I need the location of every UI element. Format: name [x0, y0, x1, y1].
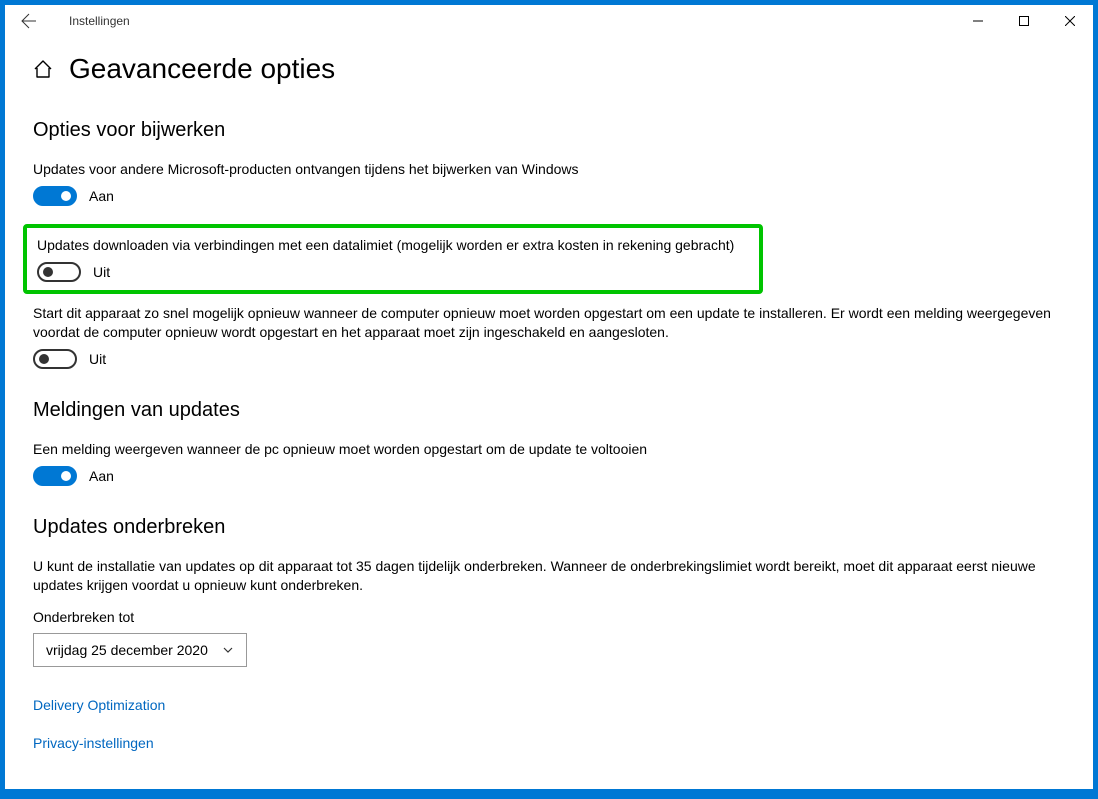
link-privacy-settings[interactable]: Privacy-instellingen — [33, 735, 1065, 751]
setting-other-ms-products: Updates voor andere Microsoft-producten … — [33, 160, 1065, 206]
toggle-row: Aan — [33, 186, 1065, 206]
setting-restart-notify: Een melding weergeven wanneer de pc opni… — [33, 440, 1065, 486]
toggle-state-label: Aan — [89, 188, 114, 204]
toggle-state-label: Uit — [93, 264, 110, 280]
toggle-other-ms-products[interactable] — [33, 186, 77, 206]
titlebar: Instellingen — [5, 5, 1093, 37]
setting-desc: Updates voor andere Microsoft-producten … — [33, 160, 1065, 178]
toggle-row: Uit — [37, 262, 751, 282]
back-button[interactable] — [13, 5, 45, 37]
page-title: Geavanceerde opties — [69, 53, 335, 85]
maximize-icon — [1019, 16, 1029, 26]
toggle-restart-notify[interactable] — [33, 466, 77, 486]
toggle-thumb — [61, 471, 71, 481]
section-heading-notifications: Meldingen van updates — [33, 399, 1065, 422]
setting-restart-asap: Start dit apparaat zo snel mogelijk opni… — [33, 304, 1065, 368]
close-button[interactable] — [1047, 5, 1093, 37]
toggle-thumb — [61, 191, 71, 201]
toggle-state-label: Aan — [89, 468, 114, 484]
section-notifications: Meldingen van updates Een melding weerge… — [33, 399, 1065, 486]
home-icon — [33, 59, 53, 79]
pause-desc: U kunt de installatie van updates op dit… — [33, 557, 1053, 595]
app-title: Instellingen — [69, 14, 130, 28]
toggle-restart-asap[interactable] — [33, 349, 77, 369]
dropdown-value: vrijdag 25 december 2020 — [46, 642, 208, 658]
setting-metered-download: Updates downloaden via verbindingen met … — [37, 236, 751, 282]
section-pause-updates: Updates onderbreken U kunt de installati… — [33, 516, 1065, 667]
maximize-button[interactable] — [1001, 5, 1047, 37]
page-header: Geavanceerde opties — [33, 53, 1065, 85]
minimize-button[interactable] — [955, 5, 1001, 37]
pause-until-dropdown[interactable]: vrijdag 25 december 2020 — [33, 633, 247, 667]
section-heading-update-options: Opties voor bijwerken — [33, 119, 1065, 142]
chevron-down-icon — [222, 644, 234, 656]
content-area: Geavanceerde opties Opties voor bijwerke… — [5, 37, 1093, 789]
window-controls — [955, 5, 1093, 37]
setting-desc: Start dit apparaat zo snel mogelijk opni… — [33, 304, 1065, 340]
setting-desc: Updates downloaden via verbindingen met … — [37, 236, 751, 254]
section-update-options: Opties voor bijwerken Updates voor ander… — [33, 119, 1065, 369]
pause-label: Onderbreken tot — [33, 609, 1065, 625]
highlight-annotation: Updates downloaden via verbindingen met … — [23, 224, 763, 294]
home-button[interactable] — [33, 59, 53, 79]
titlebar-left: Instellingen — [13, 5, 130, 37]
toggle-row: Aan — [33, 466, 1065, 486]
close-icon — [1065, 16, 1075, 26]
settings-window: Instellingen Geavanceerde opties Opties … — [5, 5, 1093, 789]
toggle-thumb — [43, 267, 53, 277]
toggle-state-label: Uit — [89, 351, 106, 367]
arrow-left-icon — [21, 13, 37, 29]
toggle-thumb — [39, 354, 49, 364]
toggle-metered-download[interactable] — [37, 262, 81, 282]
link-delivery-optimization[interactable]: Delivery Optimization — [33, 697, 1065, 713]
toggle-row: Uit — [33, 349, 1065, 369]
section-heading-pause: Updates onderbreken — [33, 516, 1065, 539]
setting-desc: Een melding weergeven wanneer de pc opni… — [33, 440, 1065, 458]
minimize-icon — [973, 16, 983, 26]
